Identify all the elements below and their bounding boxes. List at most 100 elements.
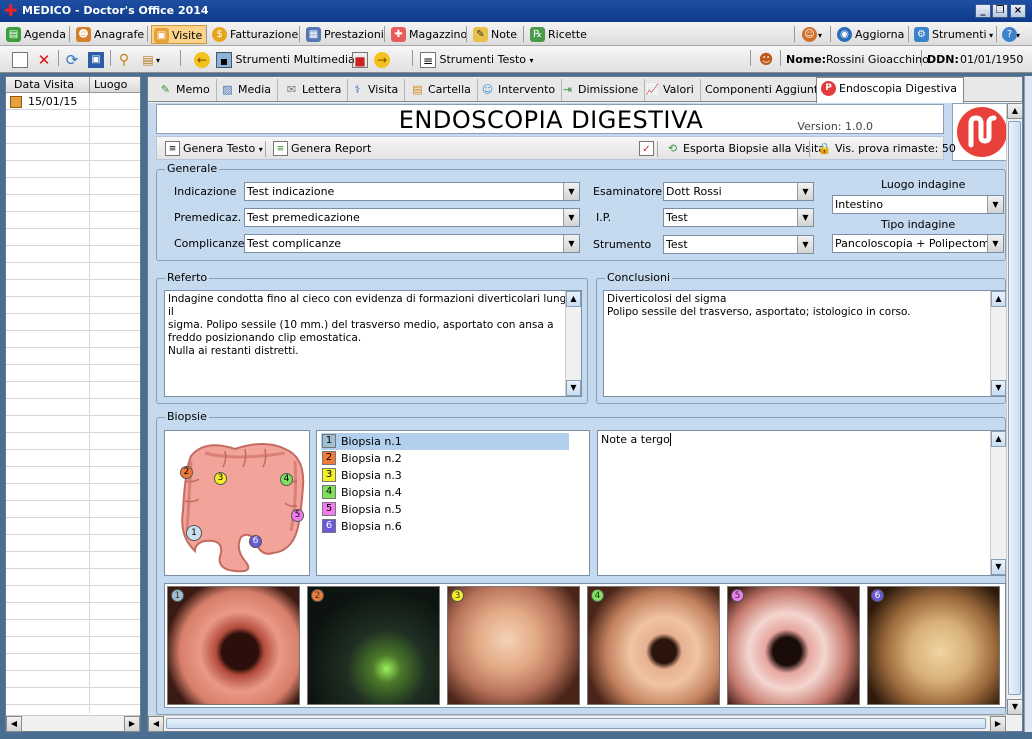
tab-dimissione[interactable]: ⇥ Dimissione [556,79,646,101]
ddn-label: DDN: [927,53,959,66]
tab-endoscopia-digestiva[interactable]: P Endoscopia Digestiva [816,77,965,103]
endoscopy-image-4[interactable]: 4 [587,586,720,705]
menu-ricette[interactable]: ℞ Ricette [528,25,587,44]
biopsy-item-3[interactable]: 3 Biopsia n.3 [321,467,569,484]
menu-strumenti[interactable]: ⚙ Strumenti ▾ [912,25,993,44]
genera-testo-button[interactable]: ≡ Genera Testo ▾ [165,140,263,158]
biopsy-item-6[interactable]: 6 Biopsia n.6 [321,518,569,535]
agenda-icon: ▤ [6,27,21,42]
menu-magazzino[interactable]: ✚ Magazzino [389,25,467,44]
ip-combo[interactable]: Test ▼ [663,208,814,227]
text-doc-icon: ≡ [420,52,436,68]
biopsy-pin-4[interactable]: 4 [280,473,293,486]
endoscopy-image-2[interactable]: 2 [307,586,440,705]
genera-report-button[interactable]: ≡ Genera Report [273,140,371,158]
strumenti-testo-button[interactable]: ≡ Strumenti Testo ▾ [420,50,534,69]
chevron-down-icon[interactable]: ▼ [563,209,579,226]
esaminatore-combo[interactable]: Dott Rossi ▼ [663,182,814,201]
delete-button[interactable]: ✕ [36,50,52,69]
endoscopy-image-3[interactable]: 3 [447,586,580,705]
save-button[interactable]: ▣ [88,50,104,69]
user-menu-button[interactable]: ☺ ▾ [800,25,822,44]
indicazione-combo[interactable]: Test indicazione ▼ [244,182,580,201]
chevron-down-icon[interactable]: ▼ [797,236,813,253]
biopsy-item-2[interactable]: 2 Biopsia n.2 [321,450,569,467]
refresh-button[interactable]: ⟳ [64,50,80,69]
close-window-button[interactable]: × [1010,4,1026,18]
referto-textarea[interactable]: Indagine condotta fino al cieco con evid… [164,290,582,397]
menu-fatturazione[interactable]: $ Fatturazione [210,25,298,44]
visits-hscroll[interactable]: ◀ ▶ [6,715,140,732]
scroll-down-icon[interactable]: ▼ [991,380,1006,396]
clipboard-button[interactable]: ▤ ▾ [140,50,160,69]
vis-prova-label: 🔒 Vis. prova rimaste: 50 [817,142,956,155]
chevron-down-icon[interactable]: ▼ [563,235,579,252]
scroll-up-icon[interactable]: ▲ [566,291,581,307]
chevron-down-icon[interactable]: ▼ [563,183,579,200]
tab-media[interactable]: ▨ Media [216,79,279,101]
tab-intervento[interactable]: ☺ Intervento [476,79,563,101]
tab-visita[interactable]: ⚕ Visita [346,79,406,101]
esporta-biopsie-button[interactable]: ⟲ Esporta Biopsie alla Visita [665,140,825,158]
export-icon: ⟲ [667,142,678,155]
premedicazione-combo[interactable]: Test premedicazione ▼ [244,208,580,227]
tab-lettera[interactable]: ✉ Lettera [280,79,349,101]
tab-valori[interactable]: 📈 Valori [641,79,701,101]
menu-note[interactable]: ✎ Note [471,25,517,44]
chevron-down-icon[interactable]: ▼ [987,196,1003,213]
back-button[interactable]: ← [194,50,210,69]
main-vscroll[interactable]: ▲ ▼ [1006,103,1023,715]
visit-row[interactable]: 15/01/15 [8,94,88,110]
chevron-down-icon[interactable]: ▼ [797,209,813,226]
check-button[interactable]: ✓ [639,140,654,158]
conclusioni-textarea[interactable]: Diverticolosi del sigma Polipo sessile d… [603,290,1007,397]
biopsy-pin-1[interactable]: 1 [186,525,202,541]
strumenti-multimedia-button[interactable]: ▪ Strumenti Multimedia ▾ [216,50,362,69]
exit-icon: ⇥ [562,83,573,96]
menu-anagrafe[interactable]: ☻ Anagrafe [74,25,144,44]
stethoscope-icon: ⚕ [354,83,361,96]
luogo-indagine-combo[interactable]: Intestino ▼ [832,195,1004,214]
refresh-icon: ⟳ [65,51,79,69]
main-hscroll[interactable]: ◀ ▶ [148,715,1006,732]
biopsy-pin-3[interactable]: 3 [214,472,227,485]
menu-visite[interactable]: ▣ Visite [151,25,208,44]
strumento-combo[interactable]: Test ▼ [663,235,814,254]
chevron-down-icon[interactable]: ▼ [987,235,1003,252]
col-data-visita[interactable]: Data Visita [14,78,74,91]
minimize-button[interactable]: _ [975,4,991,18]
forward-button[interactable]: → [374,50,390,69]
biopsy-pin-5[interactable]: 5 [291,509,304,522]
colon-diagram[interactable] [164,430,310,576]
indicazione-label: Indicazione [174,185,237,198]
biopsy-note-textarea[interactable]: Note a tergo ▲ ▼ [597,430,1007,576]
menu-prestazioni[interactable]: ▦ Prestazioni [304,25,384,44]
menu-agenda[interactable]: ▤ Agenda [4,25,66,44]
visits-list: Data Visita Luogo 15/01/15 ◀ ▶ [5,76,141,732]
biopsy-item-4[interactable]: 4 Biopsia n.4 [321,484,569,501]
scroll-down-icon[interactable]: ▼ [566,380,581,396]
endoscopy-image-6[interactable]: 6 [867,586,1000,705]
scroll-up-icon[interactable]: ▲ [991,291,1006,307]
endoscopy-image-5[interactable]: 5 [727,586,860,705]
search-button[interactable]: ⚲ [116,50,132,69]
endoscopy-image-1[interactable]: 1 [167,586,300,705]
biopsy-item-5[interactable]: 5 Biopsia n.5 [321,501,569,518]
biopsy-color-2: 2 [322,451,336,465]
complicanze-combo[interactable]: Test complicanze ▼ [244,234,580,253]
record-button[interactable]: ■ [352,50,368,69]
scroll-down-icon[interactable]: ▼ [991,559,1006,575]
chevron-down-icon[interactable]: ▼ [797,183,813,200]
menu-aggiorna[interactable]: ◉ Aggiorna [835,25,904,44]
new-doc-button[interactable] [12,50,28,69]
biopsy-pin-2[interactable]: 2 [180,466,193,479]
tipo-indagine-combo[interactable]: Pancoloscopia + Polipectomia ▼ [832,234,1004,253]
restore-button[interactable]: ❐ [992,4,1008,18]
col-luogo[interactable]: Luogo [94,78,127,91]
biopsy-pin-6[interactable]: 6 [249,535,262,548]
biopsy-item-1[interactable]: 1 Biopsia n.1 [321,433,569,450]
tab-memo[interactable]: ✎ Memo [154,79,217,101]
help-menu-button[interactable]: ? ▾ [1000,25,1020,44]
tab-cartella[interactable]: ▤ Cartella [406,79,478,101]
scroll-up-icon[interactable]: ▲ [991,431,1006,447]
